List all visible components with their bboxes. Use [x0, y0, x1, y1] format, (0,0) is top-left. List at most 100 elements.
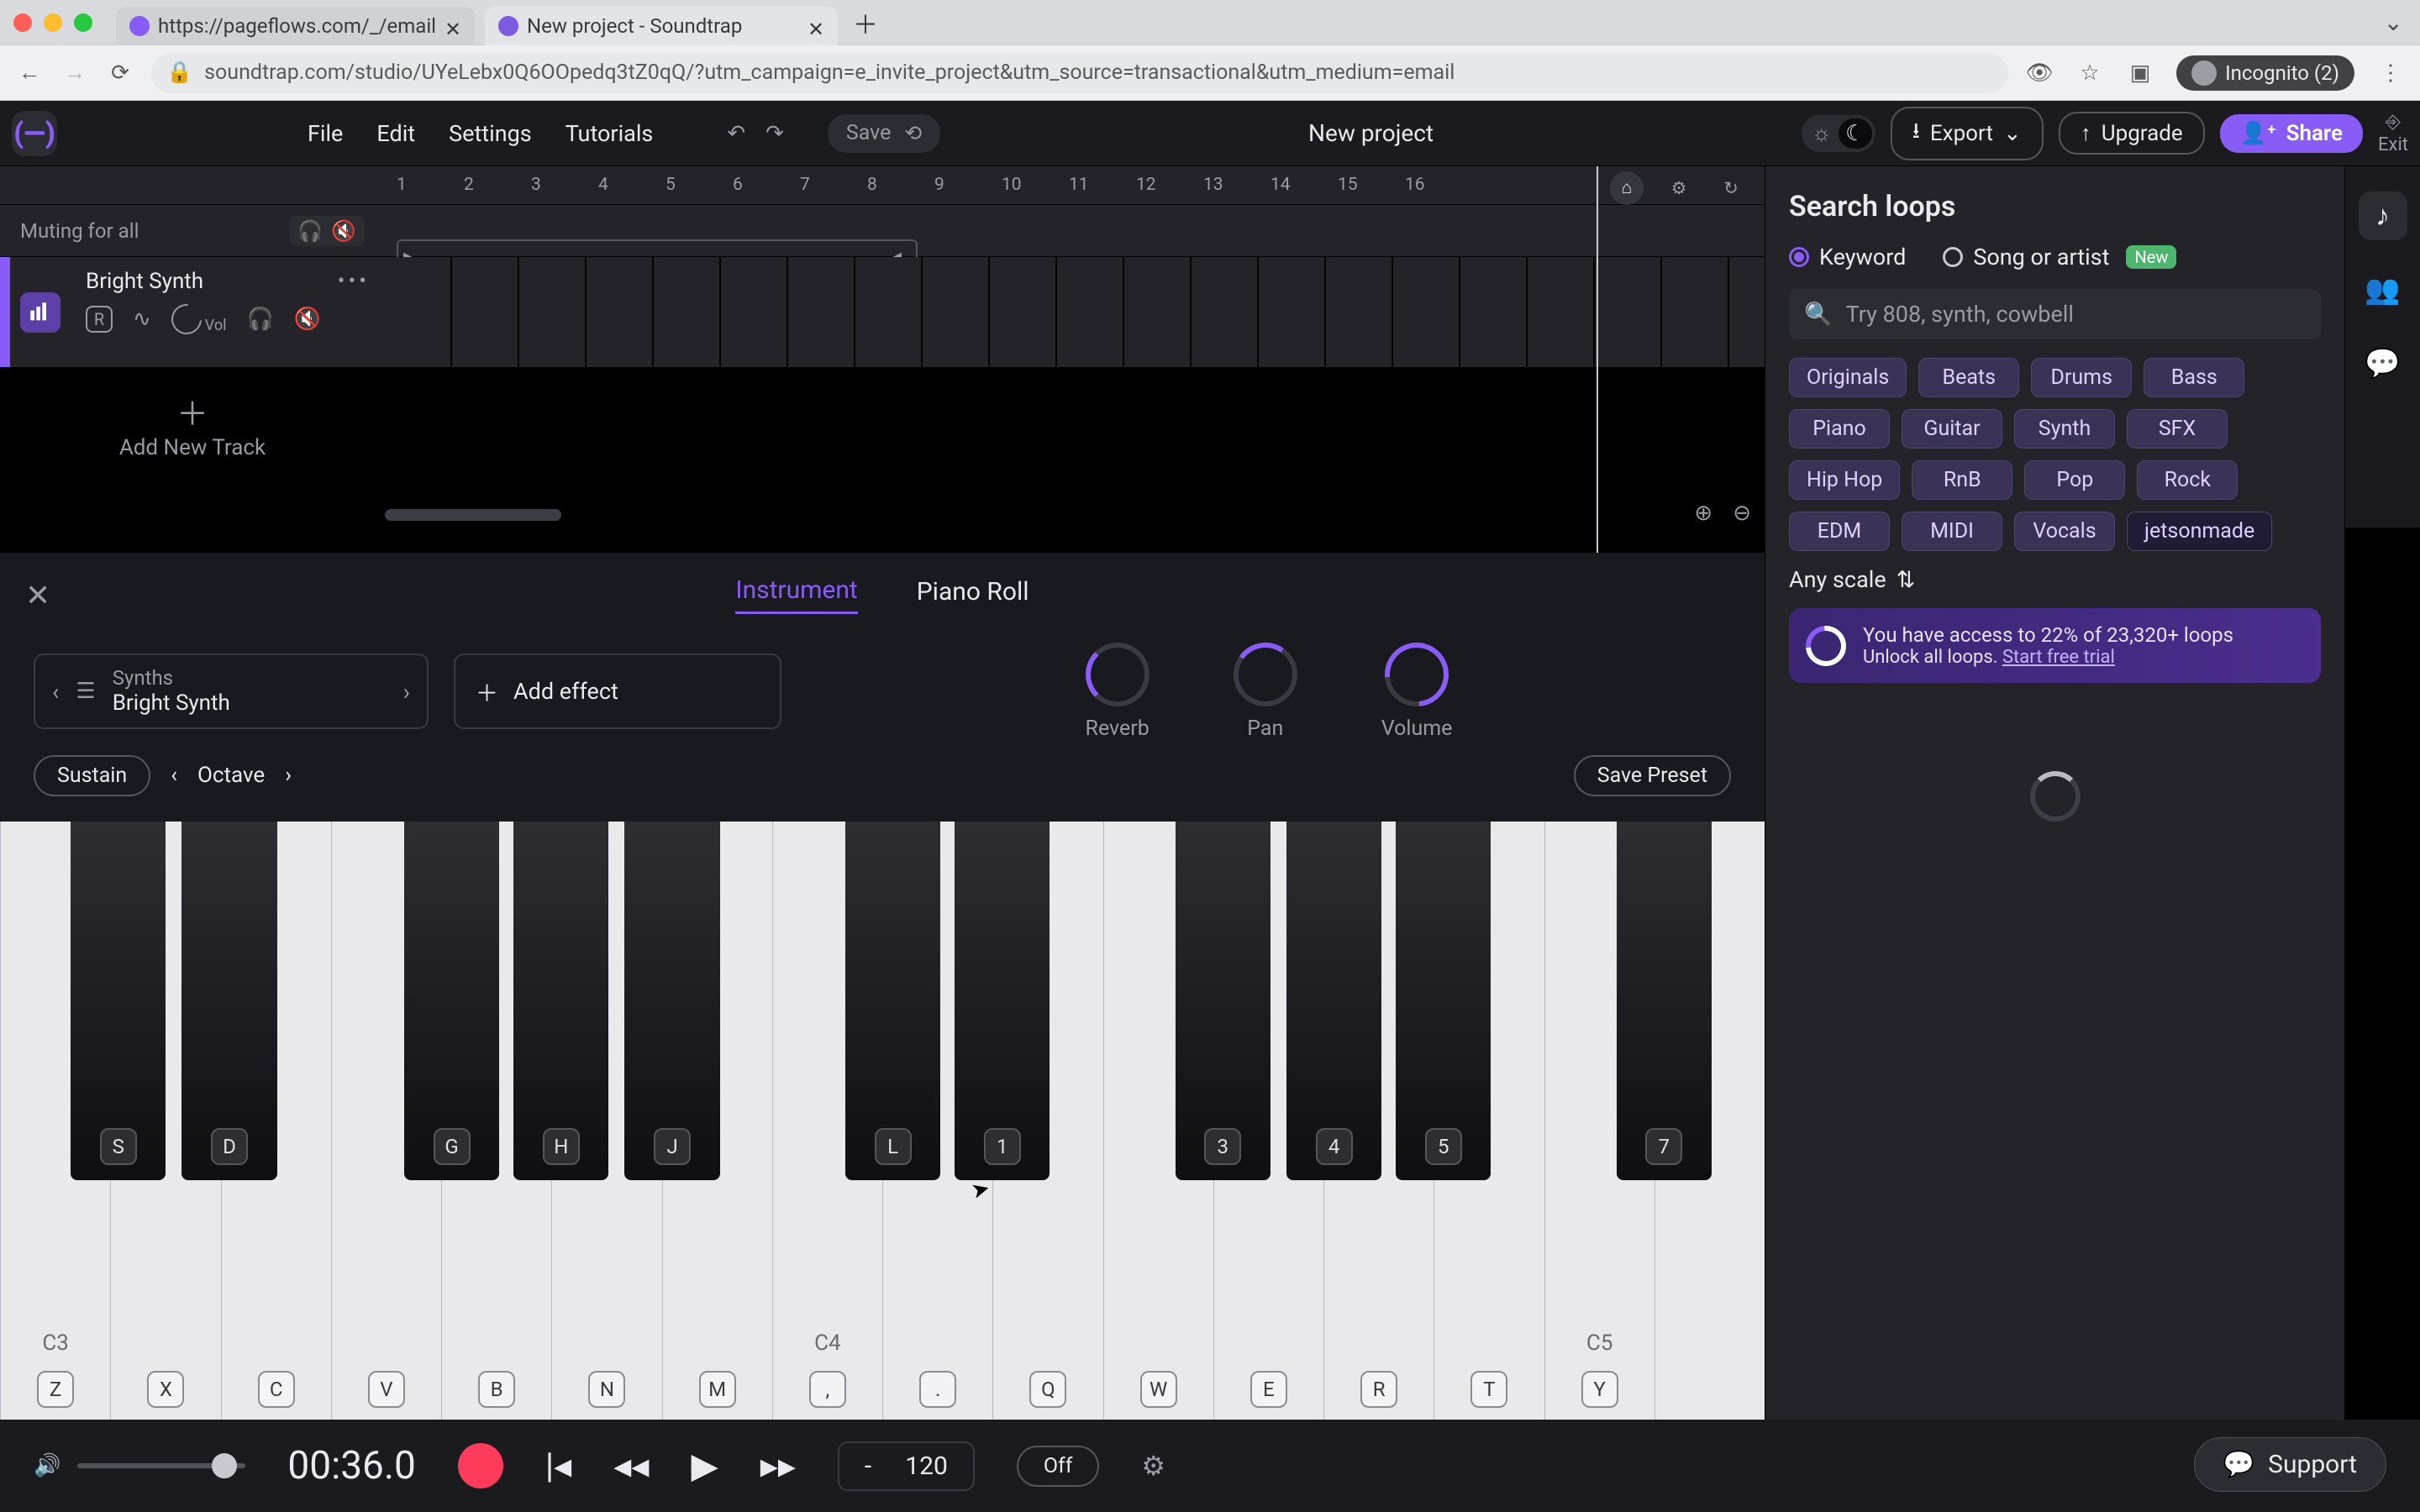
radio-keyword[interactable]: Keyword — [1789, 244, 1906, 270]
loop-category-chip[interactable]: Pop — [2024, 460, 2125, 500]
start-trial-link[interactable]: Start free trial — [2002, 647, 2115, 668]
zoom-in-icon[interactable]: ⊕ — [1694, 501, 1712, 526]
record-arm[interactable]: R — [86, 306, 113, 333]
metronome-toggle[interactable]: Off — [1017, 1446, 1100, 1487]
black-key[interactable]: J — [624, 822, 719, 1180]
add-effect-button[interactable]: ＋ Add effect — [454, 654, 781, 729]
save-preset-button[interactable]: Save Preset — [1574, 755, 1731, 796]
pan-knob[interactable]: Pan — [1234, 643, 1297, 741]
extension-icon[interactable]: ▣ — [2126, 59, 2154, 87]
tabs-overflow-icon[interactable]: ⌄ — [2375, 8, 2412, 36]
loop-category-chip[interactable]: MIDI — [1902, 512, 2002, 551]
upgrade-button[interactable]: ↑ Upgrade — [2059, 112, 2205, 155]
reverb-knob[interactable]: Reverb — [1086, 643, 1150, 741]
timecode[interactable]: 00:36.0 — [287, 1443, 416, 1488]
automation-icon[interactable]: ∿ — [133, 307, 151, 332]
menu-settings[interactable]: Settings — [449, 120, 532, 147]
transport-settings-icon[interactable]: ⚙ — [1141, 1450, 1165, 1482]
loop-category-chip[interactable]: EDM — [1789, 512, 1890, 551]
loops-rail-icon[interactable]: ♪ — [2359, 192, 2407, 240]
tempo-box[interactable]: - 120 — [838, 1441, 975, 1491]
instrument-picker[interactable]: ‹ ☰ Synths Bright Synth › — [34, 654, 429, 729]
sustain-toggle[interactable]: Sustain — [34, 755, 150, 796]
support-button[interactable]: 💬 Support — [2194, 1437, 2386, 1492]
close-tab-icon[interactable]: ✕ — [445, 18, 461, 34]
octave-up-icon[interactable]: › — [285, 763, 292, 788]
playhead[interactable] — [1597, 166, 1598, 612]
monitor-headphones-icon[interactable]: 🎧 — [247, 307, 274, 332]
track-name[interactable]: Bright Synth — [86, 269, 203, 294]
close-window-icon[interactable] — [13, 13, 32, 32]
loop-category-chip[interactable]: Originals — [1789, 358, 1907, 397]
solo-mute-chip[interactable]: 🎧 🔇 — [289, 216, 365, 246]
gear-icon[interactable]: ⚙ — [1662, 171, 1696, 205]
loop-category-chip[interactable]: RnB — [1912, 460, 2012, 500]
loop-category-chip[interactable]: Beats — [1918, 358, 2019, 397]
redo-icon[interactable]: ↷ — [765, 121, 784, 146]
loop-category-chip[interactable]: Synth — [2014, 409, 2115, 449]
maximize-window-icon[interactable] — [74, 13, 92, 32]
chevron-left-icon[interactable]: ‹ — [52, 678, 59, 706]
black-key[interactable]: 7 — [1617, 822, 1712, 1180]
browser-tab[interactable]: https://pageflows.com/_/email ✕ — [116, 7, 475, 45]
skip-start-icon[interactable]: |◂ — [545, 1445, 571, 1487]
black-key[interactable]: 5 — [1396, 822, 1491, 1180]
menu-file[interactable]: File — [308, 120, 343, 147]
black-key[interactable]: 4 — [1286, 822, 1381, 1180]
address-bar[interactable]: 🔒 soundtrap.com/studio/UYeLebx0Q6OOpedq3… — [151, 53, 2008, 93]
chevron-right-icon[interactable]: › — [403, 678, 410, 706]
black-key[interactable]: 1 — [955, 822, 1050, 1180]
loop-category-chip[interactable]: Rock — [2137, 460, 2238, 500]
loop-category-chip[interactable]: Drums — [2031, 358, 2132, 397]
theme-toggle[interactable]: ☼ ☾ — [1802, 115, 1876, 152]
forward-icon[interactable]: ▸▸ — [760, 1445, 796, 1487]
project-title[interactable]: New project — [955, 119, 1786, 147]
scale-picker[interactable]: Any scale ⇅ — [1789, 566, 2321, 593]
menu-tutorials[interactable]: Tutorials — [566, 120, 654, 147]
incognito-chip[interactable]: Incognito (2) — [2176, 55, 2354, 91]
collab-rail-icon[interactable]: 👥 — [2359, 265, 2407, 314]
window-controls[interactable] — [13, 13, 92, 32]
black-key[interactable]: H — [513, 822, 608, 1180]
tab-pianoroll[interactable]: Piano Roll — [917, 577, 1029, 613]
chat-rail-icon[interactable]: 💬 — [2359, 339, 2407, 388]
black-key[interactable]: 3 — [1176, 822, 1270, 1180]
undo-icon[interactable]: ↶ — [727, 121, 745, 146]
close-tab-icon[interactable]: ✕ — [808, 18, 824, 34]
exit-button[interactable]: ⎆ Exit — [2378, 112, 2408, 155]
rewind-icon[interactable]: ◂◂ — [613, 1445, 649, 1487]
app-logo-icon[interactable]: (—) — [12, 111, 57, 156]
loop-category-chip[interactable]: Vocals — [2014, 512, 2115, 551]
menu-edit[interactable]: Edit — [376, 120, 415, 147]
loop-category-chip[interactable]: Bass — [2144, 358, 2244, 397]
timeline-scrollbar[interactable] — [385, 502, 1697, 528]
play-icon[interactable]: ▶ — [691, 1445, 718, 1487]
loop-category-chip[interactable]: Piano — [1789, 409, 1890, 449]
master-volume[interactable]: 🔊 — [34, 1453, 245, 1478]
kebab-icon[interactable]: ⋮ — [2376, 59, 2405, 87]
black-key[interactable]: G — [404, 822, 499, 1180]
browser-tab[interactable]: New project - Soundtrap ✕ — [485, 7, 838, 45]
loop-category-chip[interactable]: Guitar — [1902, 409, 2002, 449]
track-clip-area[interactable] — [385, 257, 1765, 367]
black-key[interactable]: D — [182, 822, 276, 1180]
volume-knob[interactable]: Volume — [1381, 643, 1453, 741]
black-key[interactable]: L — [845, 822, 940, 1180]
volume-mini-knob[interactable]: Vol — [171, 304, 227, 334]
unlock-banner[interactable]: You have access to 22% of 23,320+ loops … — [1789, 608, 2321, 683]
save-button[interactable]: Save ⟲ — [828, 114, 940, 153]
volume-thumb[interactable] — [212, 1453, 237, 1478]
tab-instrument[interactable]: Instrument — [735, 575, 857, 614]
loop-search-input[interactable]: 🔍 Try 808, synth, cowbell — [1789, 289, 2321, 339]
forward-icon[interactable]: → — [60, 59, 89, 87]
sun-icon[interactable]: ☼ — [1805, 118, 1839, 149]
reload-icon[interactable]: ⟳ — [106, 59, 134, 87]
history-icon[interactable]: ↻ — [1714, 171, 1748, 205]
radio-song[interactable]: Song or artist New — [1943, 244, 2176, 270]
octave-down-icon[interactable]: ‹ — [171, 763, 177, 788]
mute-track-icon[interactable]: 🔇 — [294, 307, 321, 332]
back-icon[interactable]: ← — [15, 59, 44, 87]
add-track-button[interactable]: ＋ Add New Track — [0, 368, 385, 486]
minimize-window-icon[interactable] — [44, 13, 62, 32]
black-key[interactable]: S — [71, 822, 166, 1180]
